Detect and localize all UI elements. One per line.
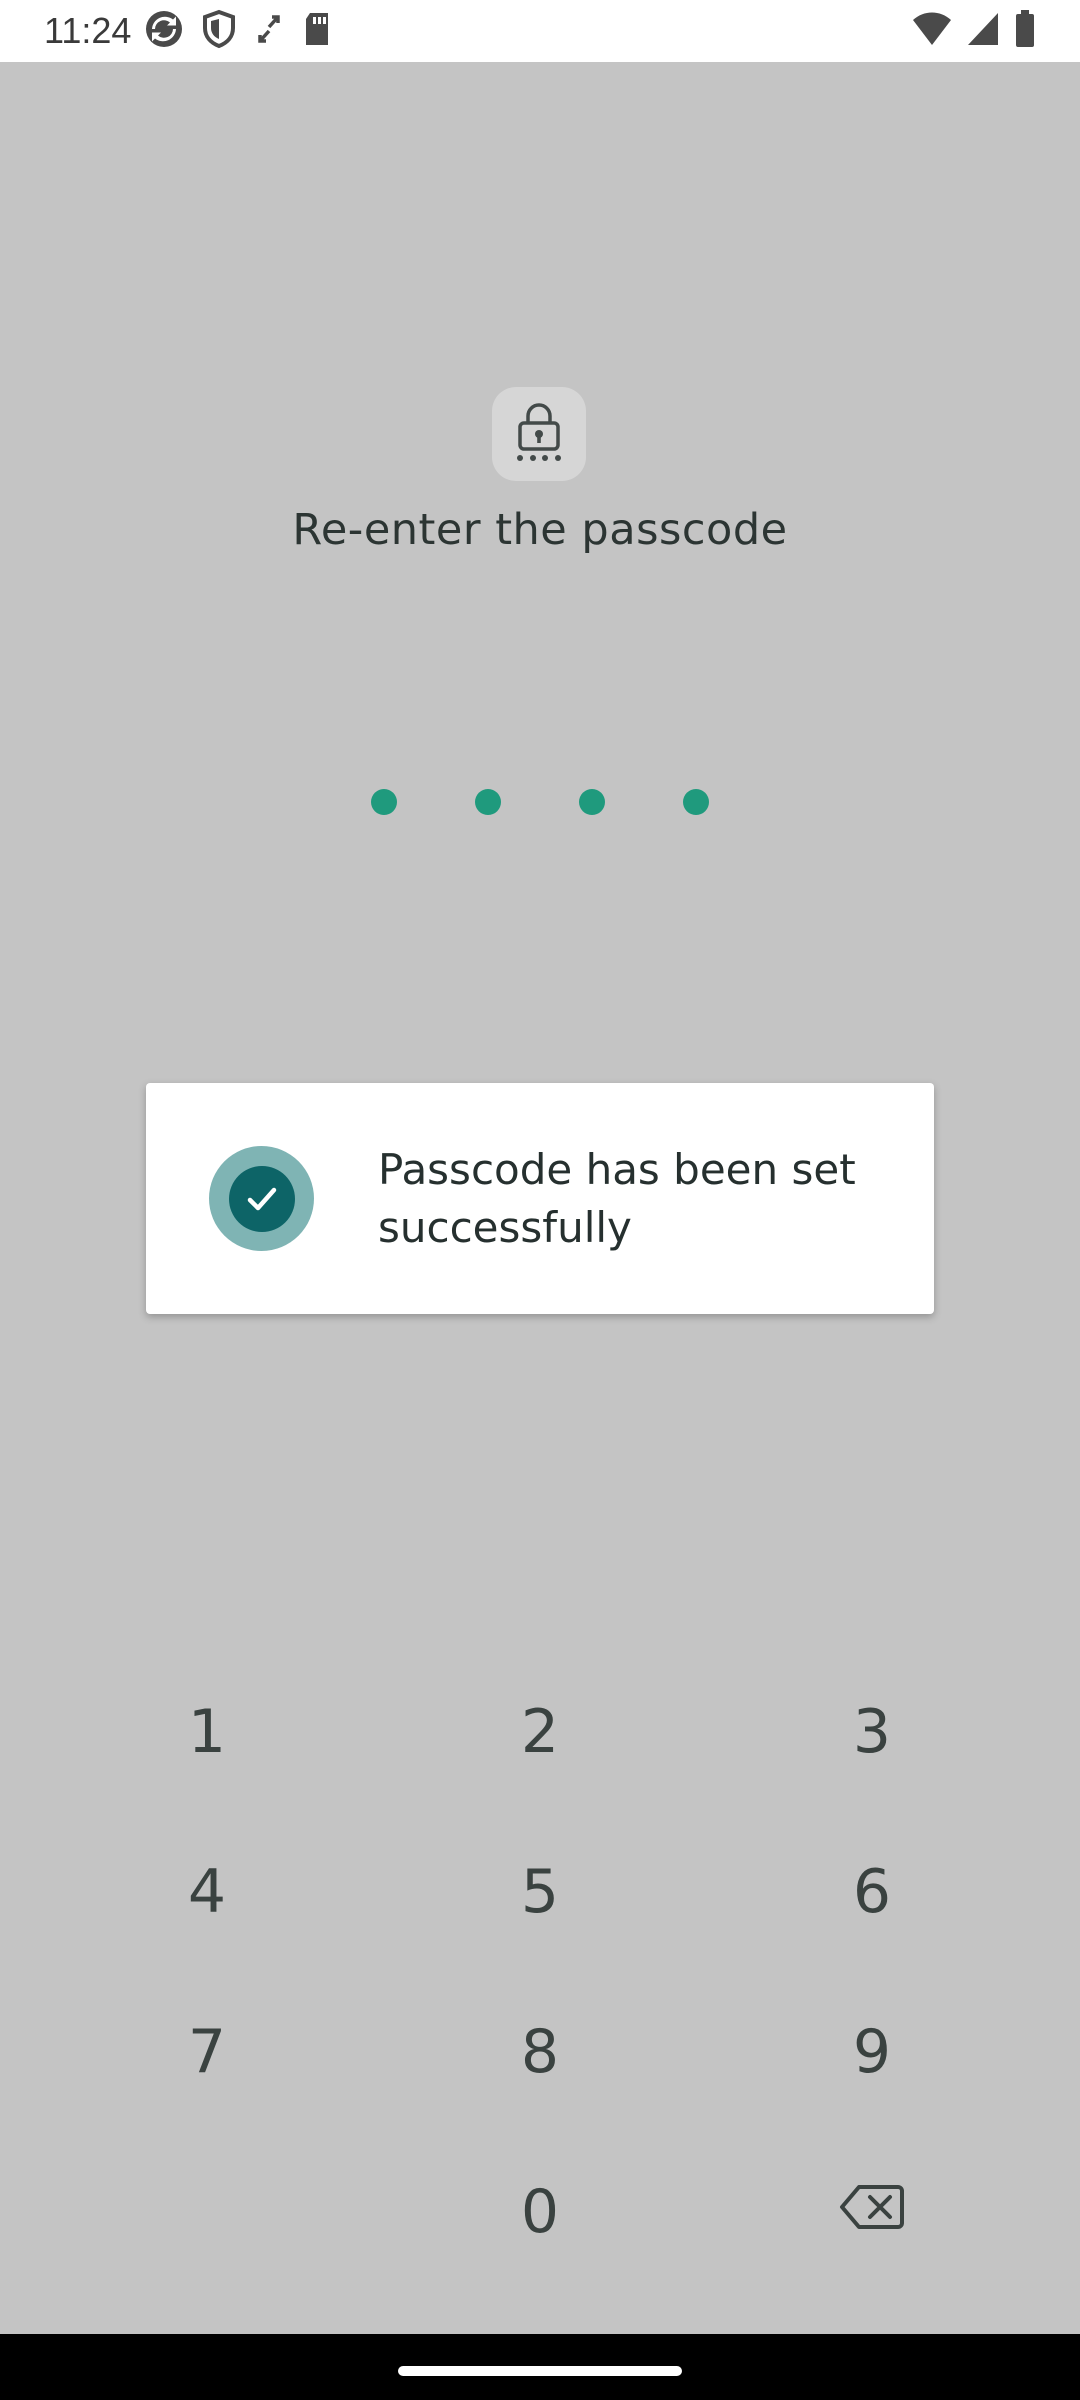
shield-icon xyxy=(202,9,236,54)
key-8[interactable]: 8 xyxy=(440,1992,640,2112)
check-circle-inner xyxy=(228,1165,295,1232)
status-icons-right xyxy=(912,9,1036,54)
status-time: 11:24 xyxy=(44,10,132,51)
passcode-dot xyxy=(475,789,501,815)
key-2[interactable]: 2 xyxy=(440,1672,640,1792)
page-title: Re-enter the passcode xyxy=(292,505,788,555)
passcode-dot xyxy=(371,789,397,815)
passcode-dot xyxy=(579,789,605,815)
lock-icon xyxy=(511,401,567,468)
key-6[interactable]: 6 xyxy=(772,1832,972,1952)
key-4[interactable]: 4 xyxy=(107,1832,307,1952)
key-1[interactable]: 1 xyxy=(107,1672,307,1792)
backspace-icon xyxy=(839,2177,905,2247)
status-icons-left xyxy=(144,9,332,54)
passcode-dots xyxy=(0,789,1080,817)
navigation-bar xyxy=(0,2334,1080,2400)
toast-message: Passcode has been set successfully xyxy=(378,1145,856,1252)
key-3[interactable]: 3 xyxy=(772,1672,972,1792)
key-9[interactable]: 9 xyxy=(772,1992,972,2112)
cell-signal-icon xyxy=(966,11,1000,52)
key-0[interactable]: 0 xyxy=(440,2152,640,2272)
home-gesture-handle[interactable] xyxy=(398,2366,682,2376)
key-5[interactable]: 5 xyxy=(440,1832,640,1952)
passcode-dot xyxy=(683,789,709,815)
data-transfer-icon xyxy=(254,9,284,54)
backspace-button[interactable] xyxy=(772,2152,972,2272)
lock-badge xyxy=(492,387,586,481)
wifi-icon xyxy=(912,11,952,52)
status-bar: 11:24 xyxy=(0,0,1080,62)
sd-card-icon xyxy=(302,9,332,54)
key-7[interactable]: 7 xyxy=(107,1992,307,2112)
check-circle-icon xyxy=(209,1146,314,1251)
sync-icon xyxy=(144,9,184,54)
battery-icon xyxy=(1014,9,1036,54)
success-toast: Passcode has been set successfully xyxy=(146,1083,934,1314)
